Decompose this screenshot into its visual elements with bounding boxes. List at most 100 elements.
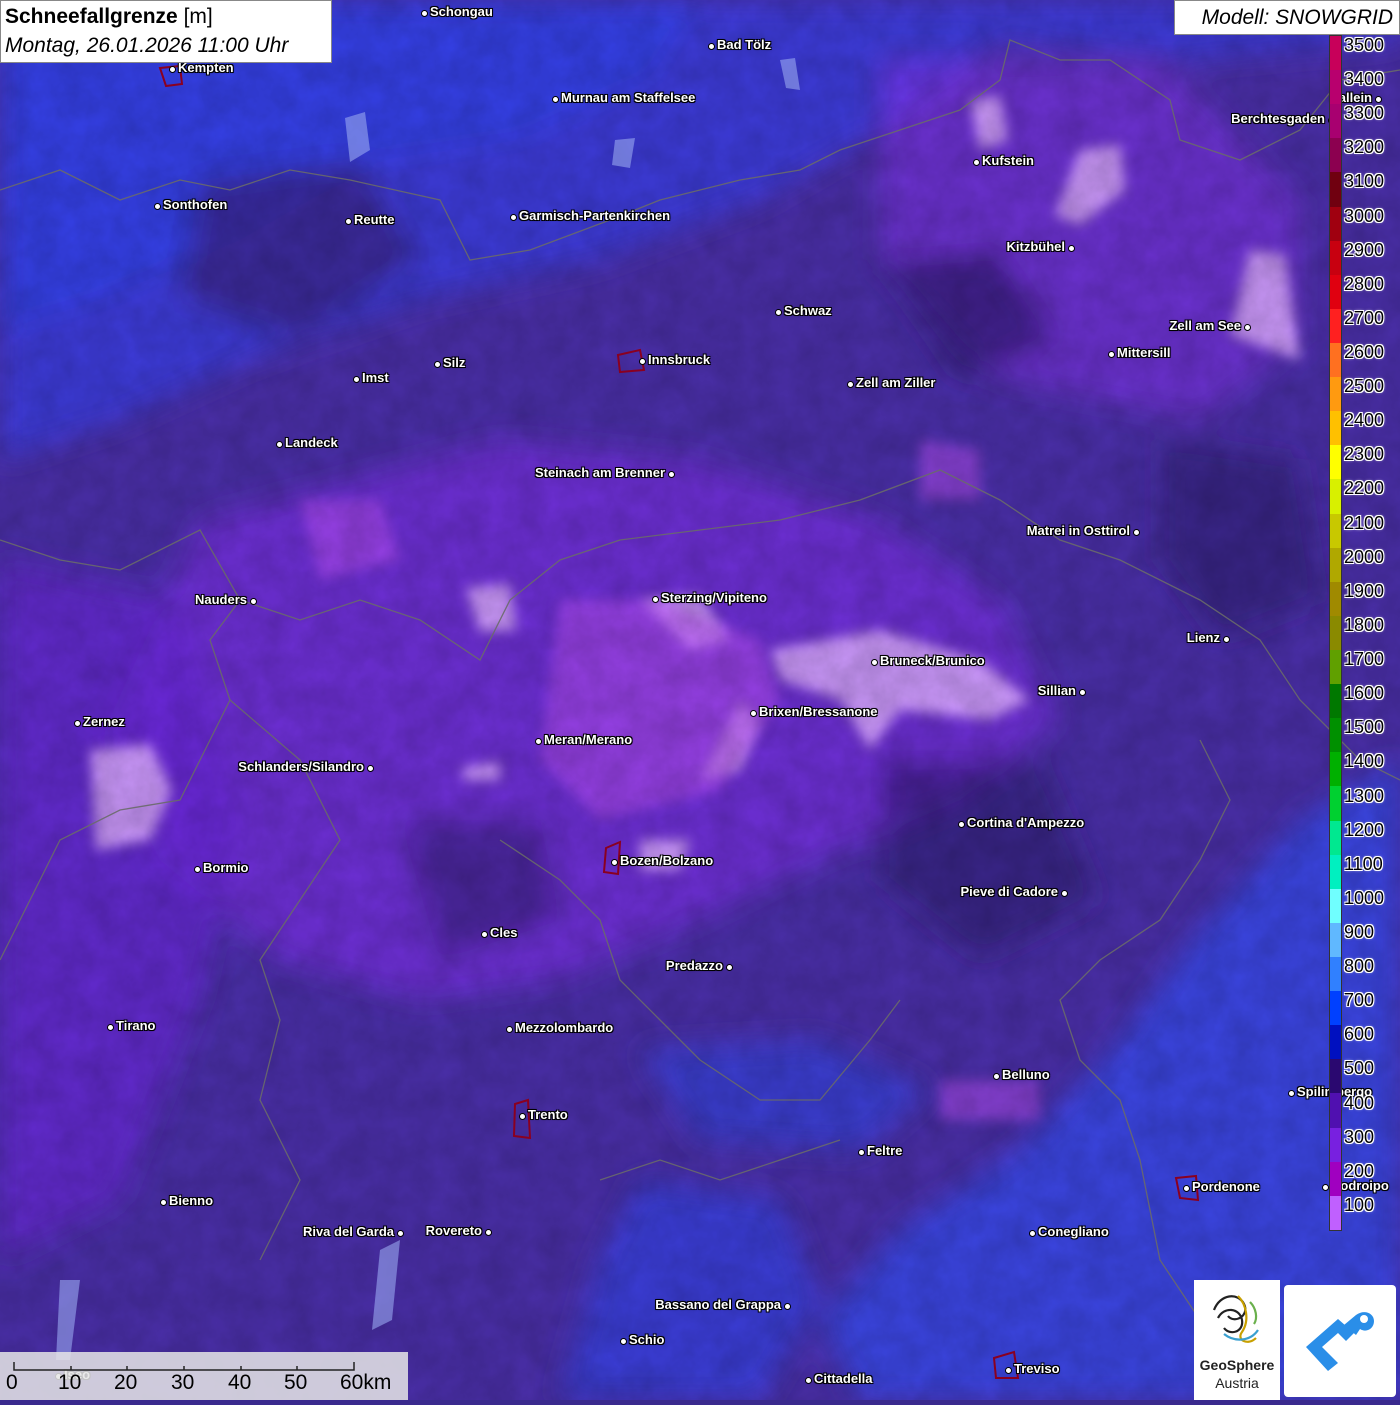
legend-swatch <box>1330 377 1341 412</box>
city-marker <box>610 858 618 866</box>
geosphere-logo: GeoSphere Austria <box>1194 1280 1280 1400</box>
legend-swatch <box>1330 752 1341 787</box>
city-marker <box>1060 889 1068 897</box>
city-label: Bormio <box>203 860 249 875</box>
city-marker <box>1078 688 1086 696</box>
roof-arrow-icon <box>1306 1312 1374 1371</box>
legend-swatch <box>1330 1195 1341 1230</box>
city-marker <box>1374 95 1382 103</box>
city-label: Mezzolombardo <box>515 1020 614 1035</box>
city-label: Kitzbühel <box>1006 239 1066 254</box>
city-label: Cortina d'Ampezzo <box>967 815 1085 830</box>
legend-swatch <box>1330 820 1341 855</box>
city-marker <box>774 308 782 316</box>
city-marker <box>1004 1366 1012 1374</box>
legend-label: 3100 <box>1344 171 1385 192</box>
city-marker <box>193 865 201 873</box>
city-marker <box>396 1229 404 1237</box>
legend-swatch <box>1330 581 1341 616</box>
city-label: Sillian <box>1037 683 1076 698</box>
forecast-datetime: Montag, 26.01.2026 11:00 Uhr <box>5 34 289 57</box>
legend-swatch <box>1330 1127 1341 1162</box>
legend-label: 800 <box>1344 956 1375 977</box>
legend-label: 1900 <box>1344 580 1385 601</box>
legend-label: 3000 <box>1344 205 1385 226</box>
city-marker <box>651 595 659 603</box>
city-label: Garmisch-Partenkirchen <box>519 208 671 223</box>
city-marker <box>707 42 715 50</box>
legend-label: 1400 <box>1344 751 1385 772</box>
legend-label: 1200 <box>1344 819 1385 840</box>
city-marker <box>505 1025 513 1033</box>
city-marker <box>992 1072 1000 1080</box>
legend-swatch <box>1330 138 1341 173</box>
city-label: Matrei in Osttirol <box>1026 523 1130 538</box>
city-label: Sterzing/Vipiteno <box>661 590 767 605</box>
model-label: Modell: SNOWGRID <box>1201 6 1393 29</box>
city-marker <box>153 202 161 210</box>
legend-label: 700 <box>1344 990 1375 1011</box>
legend-swatch <box>1330 70 1341 105</box>
city-label: Zell am Ziller <box>856 375 936 390</box>
city-label: Innsbruck <box>648 352 711 367</box>
city-marker <box>870 658 878 666</box>
legend-swatch <box>1330 172 1341 207</box>
legend-label: 2200 <box>1344 478 1385 499</box>
legend-label: 2300 <box>1344 444 1385 465</box>
legend-label: 1700 <box>1344 649 1385 670</box>
legend-label: 2800 <box>1344 273 1385 294</box>
city-marker <box>619 1337 627 1345</box>
city-marker <box>749 709 757 717</box>
legend-swatch <box>1330 854 1341 889</box>
city-label: Lienz <box>1186 630 1220 645</box>
city-marker <box>846 380 854 388</box>
city-marker <box>73 719 81 727</box>
legend-swatch <box>1330 786 1341 821</box>
city-label: Bienno <box>169 1193 214 1208</box>
legend-swatch <box>1330 479 1341 514</box>
city-label: Bad Tölz <box>717 37 772 52</box>
legend-swatch <box>1330 1025 1341 1060</box>
legend-swatch <box>1330 922 1341 957</box>
city-marker <box>509 213 517 221</box>
legend-label: 1600 <box>1344 683 1385 704</box>
legend-label: 1000 <box>1344 887 1385 908</box>
legend-label: 200 <box>1344 1160 1375 1181</box>
city-label: Landeck <box>285 435 338 450</box>
scale-label: 60km <box>340 1371 392 1394</box>
city-label: Berchtesgaden <box>1231 111 1325 126</box>
city-label: Treviso <box>1014 1361 1060 1376</box>
city-label: Schongau <box>430 4 493 19</box>
city-label: Pieve di Cadore <box>960 884 1058 899</box>
city-marker <box>783 1302 791 1310</box>
city-label: Mittersill <box>1117 345 1171 360</box>
legend-label: 900 <box>1344 921 1375 942</box>
legend-label: 400 <box>1344 1092 1375 1113</box>
legend-label: 3500 <box>1344 35 1385 55</box>
city-marker <box>484 1228 492 1236</box>
legend-swatch <box>1330 547 1341 582</box>
legend-label: 1300 <box>1344 785 1385 806</box>
city-label: Bruneck/Brunico <box>880 653 985 668</box>
scale-label: 20 <box>114 1371 138 1394</box>
city-label: Cles <box>490 925 518 940</box>
city-label: Kufstein <box>982 153 1034 168</box>
city-label: Pordenone <box>1192 1179 1260 1194</box>
legend-swatch <box>1330 888 1341 923</box>
city-label: Cittadella <box>814 1371 873 1386</box>
city-marker <box>667 470 675 478</box>
legend-swatch <box>1330 1059 1341 1094</box>
legend-swatch <box>1330 1161 1341 1196</box>
legend-swatch <box>1330 991 1341 1026</box>
city-label: Riva del Garda <box>302 1224 394 1239</box>
geosphere-subtitle: Austria <box>1215 1375 1259 1391</box>
legend-label: 2500 <box>1344 376 1385 397</box>
map-title: Schneefallgrenze [m] <box>5 5 213 29</box>
city-label: Sonthofen <box>163 197 228 212</box>
title-unit: [m] <box>183 5 213 28</box>
legend-swatch <box>1330 513 1341 548</box>
legend-label: 100 <box>1344 1194 1375 1215</box>
legend-swatch <box>1330 649 1341 685</box>
city-marker <box>534 737 542 745</box>
scale-label: 30 <box>171 1371 195 1394</box>
